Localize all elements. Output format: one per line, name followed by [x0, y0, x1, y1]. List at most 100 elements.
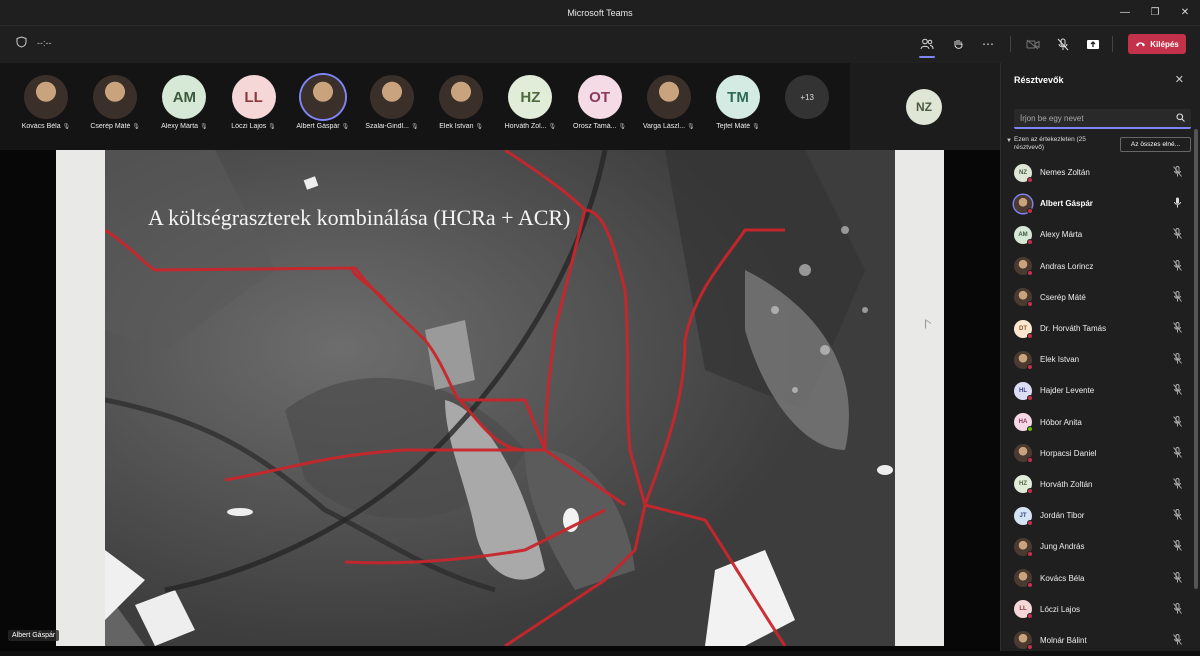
video-tile[interactable]: Cserép Máté 🎙 [80, 75, 150, 130]
participant-search [1014, 109, 1191, 129]
mic-off-icon[interactable] [1173, 290, 1182, 304]
participant-row[interactable]: HA Hóbor Anita [1014, 407, 1182, 438]
video-tile[interactable]: Varga Lászl... 🎙 [634, 75, 704, 130]
video-tile[interactable]: LL Lóczi Lajos 🎙 [219, 75, 289, 130]
mic-button[interactable] [1051, 33, 1075, 55]
participants-button[interactable] [915, 33, 939, 58]
avatar [300, 75, 345, 119]
mic-off-icon[interactable] [1173, 322, 1182, 335]
more-dots-icon: ⋯ [982, 37, 994, 51]
tile-name-row: Tejfel Máté 🎙 [703, 123, 773, 130]
participant-row[interactable]: AM Alexy Márta [1014, 219, 1182, 250]
avatar-initials: HZ [1019, 481, 1027, 488]
close-icon[interactable]: ✕ [1175, 73, 1184, 86]
participant-avatar: HZ [1014, 475, 1033, 495]
participant-row[interactable]: HZ Horváth Zoltán [1014, 469, 1182, 500]
tile-name: Tejfel Máté [716, 123, 751, 130]
restore-icon[interactable]: ❐ [1140, 0, 1170, 25]
panel-scrollbar[interactable] [1194, 129, 1198, 589]
avatar: HZ [508, 75, 553, 119]
tile-name: Cserép Máté [90, 123, 131, 130]
more-actions-button[interactable]: ⋯ [976, 33, 1000, 55]
slide-title: A költségraszterek kombinálása (HCRa + A… [148, 205, 571, 230]
mic-off-icon[interactable] [1173, 509, 1182, 522]
presence-status-icon [1027, 270, 1033, 277]
presence-status-icon [1027, 426, 1033, 433]
search-input[interactable] [1020, 113, 1176, 123]
participant-avatar: LL [1014, 600, 1033, 620]
mic-off-icon[interactable] [1173, 228, 1182, 241]
meeting-section-header[interactable]: ▼ Ezen az értekezleten (25 résztvevő) Az… [1006, 136, 1191, 156]
video-tile[interactable]: Albert Gáspár 🎙 [288, 75, 358, 130]
participant-row[interactable]: Jung András [1014, 531, 1182, 562]
mic-off-icon [1057, 38, 1069, 50]
participant-avatar [1014, 350, 1033, 370]
participant-row[interactable]: Albert Gáspár [1014, 188, 1182, 219]
participant-avatar: AM [1014, 225, 1033, 245]
mic-off-icon[interactable] [1173, 353, 1182, 366]
tile-name-row: Horváth Zol... 🎙 [495, 123, 565, 130]
share-screen-icon [1087, 39, 1099, 49]
video-tile[interactable]: HZ Horváth Zol... 🎙 [495, 75, 565, 130]
chevron-down-icon[interactable]: ▼ [1006, 138, 1012, 144]
window-controls: — ❐ ✕ [1110, 0, 1200, 25]
mic-on-icon[interactable] [1173, 197, 1182, 210]
video-tile[interactable]: Kovács Béla 🎙 [11, 75, 81, 130]
toolbar-divider [1010, 36, 1011, 52]
leave-button[interactable]: Kilépés [1128, 34, 1186, 54]
presence-status-icon [1027, 644, 1033, 651]
participant-row[interactable]: LL Lóczi Lajos [1014, 594, 1182, 625]
participant-row[interactable]: Elek Istvan [1014, 344, 1182, 375]
tile-name-row: Orosz Tamá... 🎙 [565, 123, 635, 130]
title-bar: Microsoft Teams — ❐ ✕ [0, 0, 1200, 25]
participant-row[interactable]: Kovács Béla [1014, 562, 1182, 593]
mute-all-button[interactable]: Az összes elné... [1120, 137, 1191, 152]
mic-off-icon[interactable] [1173, 415, 1182, 429]
participant-row[interactable]: Andras Lorincz [1014, 251, 1182, 282]
video-tile[interactable]: TM Tejfel Máté 🎙 [703, 75, 773, 130]
participant-name: Cserép Máté [1040, 292, 1086, 302]
mic-off-icon: 🎙 [268, 124, 276, 130]
mic-off-icon[interactable] [1173, 602, 1182, 616]
avatar [646, 75, 691, 119]
avatar [93, 75, 138, 119]
self-avatar: NZ [906, 89, 942, 125]
mic-off-icon[interactable] [1173, 571, 1182, 585]
search-icon[interactable] [1176, 112, 1185, 124]
presence-status-icon [1027, 176, 1033, 183]
participant-row[interactable]: DT Dr. Horváth Tamás [1014, 313, 1182, 344]
participant-avatar [1014, 288, 1033, 308]
participant-row[interactable]: Horpacsi Daniel [1014, 438, 1182, 469]
camera-button[interactable] [1021, 33, 1045, 55]
participant-name: Hajder Levente [1040, 386, 1095, 396]
participant-row[interactable]: Molnár Bálint [1014, 625, 1182, 656]
minimize-icon[interactable]: — [1110, 0, 1140, 25]
participant-row[interactable]: NZ Nemes Zoltán [1014, 157, 1182, 188]
participant-avatar [1014, 194, 1033, 214]
panel-title: Résztvevők [1014, 75, 1064, 85]
participant-row[interactable]: HL Hajder Levente [1014, 375, 1182, 406]
video-tile[interactable]: Elek Istvan 🎙 [426, 75, 496, 130]
participant-row[interactable]: JT Jordán Tibor [1014, 500, 1182, 531]
mic-off-icon[interactable] [1173, 540, 1182, 553]
mic-off-icon[interactable] [1173, 446, 1182, 460]
participant-avatar: DT [1014, 319, 1033, 339]
share-button[interactable] [1081, 33, 1105, 55]
more-participants-tile[interactable]: +13 [772, 75, 842, 119]
participant-name: Molnár Bálint [1040, 635, 1087, 645]
mic-off-icon[interactable] [1173, 477, 1182, 491]
reactions-button[interactable] [946, 33, 970, 55]
video-tile[interactable]: Szalai-Gindl... 🎙 [357, 75, 427, 130]
presence-status-icon [1027, 613, 1033, 620]
close-window-icon[interactable]: ✕ [1170, 0, 1200, 25]
video-tile[interactable]: AM Alexy Márta 🎙 [149, 75, 219, 130]
mic-off-icon[interactable] [1173, 259, 1182, 273]
video-tile[interactable]: OT Orosz Tamá... 🎙 [565, 75, 635, 130]
participant-row[interactable]: Cserép Máté [1014, 282, 1182, 313]
mic-off-icon: 🎙 [62, 124, 71, 130]
mic-off-icon[interactable] [1173, 384, 1182, 397]
mic-off-icon[interactable] [1173, 166, 1182, 179]
avatar [24, 75, 68, 119]
mic-off-icon[interactable] [1173, 633, 1182, 647]
self-video-tile[interactable]: NZ [850, 63, 1000, 150]
